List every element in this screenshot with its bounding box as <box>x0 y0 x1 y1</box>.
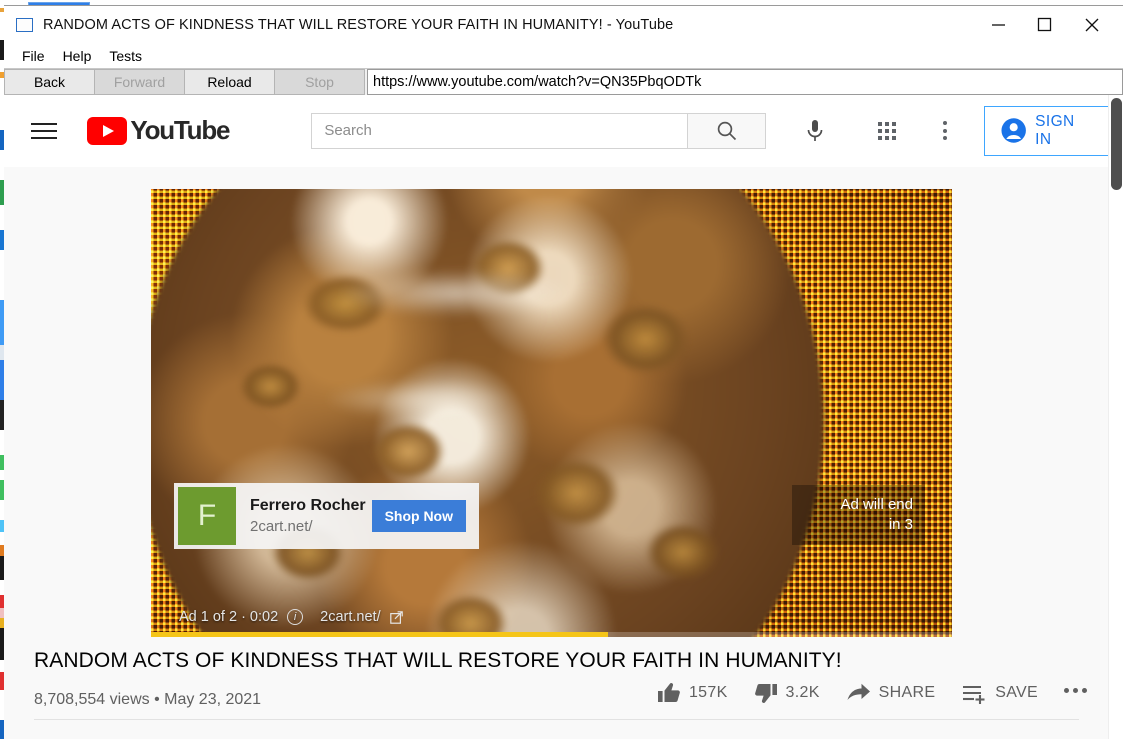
kebab-menu-icon <box>942 121 947 125</box>
ad-position-label: Ad 1 of 2 · 0:02 <box>179 609 279 625</box>
menu-item-help[interactable]: Help <box>55 46 100 66</box>
search-input[interactable] <box>311 112 689 149</box>
settings-more-button[interactable] <box>926 111 964 151</box>
video-action-row: 157K 3.2K SHARE SAVE <box>657 681 1087 705</box>
ad-countdown-overlay: Ad will end in 3 <box>792 484 925 545</box>
stop-button[interactable]: Stop <box>274 69 365 95</box>
menu-item-file[interactable]: File <box>14 46 53 66</box>
save-label: SAVE <box>995 684 1038 701</box>
window-title-bar: RANDOM ACTS OF KINDNESS THAT WILL RESTOR… <box>4 6 1123 43</box>
ad-advertiser-logo: F <box>178 487 236 545</box>
window-title: RANDOM ACTS OF KINDNESS THAT WILL RESTOR… <box>43 16 674 33</box>
youtube-apps-button[interactable] <box>868 111 906 151</box>
page-scrollbar-thumb[interactable] <box>1111 98 1122 190</box>
document-icon <box>16 17 33 32</box>
reload-button[interactable]: Reload <box>184 69 275 95</box>
ad-status-row: Ad 1 of 2 · 0:02 i 2cart.net/ <box>179 609 403 625</box>
apps-grid-icon <box>878 121 897 140</box>
like-count: 157K <box>688 684 728 701</box>
thumbs-down-icon <box>754 684 777 703</box>
menu-item-tests[interactable]: Tests <box>101 46 150 66</box>
close-button[interactable] <box>1069 6 1115 43</box>
ad-advertiser-card[interactable]: F Ferrero Rocher 2cart.net/ Shop Now <box>174 483 479 549</box>
ad-progress-fill <box>151 632 608 637</box>
sign-in-button[interactable]: SIGN IN <box>983 105 1109 156</box>
minimize-button[interactable] <box>975 6 1021 43</box>
like-button[interactable]: 157K <box>657 681 728 705</box>
microphone-icon <box>807 119 823 141</box>
ad-countdown-line-1: Ad will end <box>840 495 913 513</box>
share-arrow-icon <box>847 683 870 700</box>
ad-advertiser-url: 2cart.net/ <box>250 518 313 535</box>
share-button[interactable]: SHARE <box>846 681 936 705</box>
page-scrollbar[interactable] <box>1108 95 1123 739</box>
save-button[interactable]: SAVE <box>961 681 1038 705</box>
playlist-add-icon <box>963 685 985 704</box>
ad-shop-now-button[interactable]: Shop Now <box>371 500 466 532</box>
ad-advertiser-info: Ferrero Rocher 2cart.net/ <box>250 497 372 535</box>
video-view-count: 8,708,554 views • May 23, 2021 <box>34 691 262 708</box>
hamburger-menu-icon[interactable] <box>31 116 59 146</box>
video-title: RANDOM ACTS OF KINDNESS THAT WILL RESTOR… <box>34 649 842 672</box>
sign-in-label: SIGN IN <box>1035 112 1075 148</box>
ad-countdown-line-2: in 3 <box>888 515 913 533</box>
search-button[interactable] <box>688 112 767 149</box>
menu-bar: File Help Tests <box>4 43 1123 68</box>
back-button[interactable]: Back <box>4 69 95 95</box>
external-link-icon[interactable] <box>389 610 403 624</box>
dislike-count: 3.2K <box>785 684 820 701</box>
youtube-logo[interactable]: YouTube <box>87 115 231 146</box>
search-bar <box>311 112 767 149</box>
url-address-bar[interactable]: https://www.youtube.com/watch?v=QN35PbqO… <box>367 69 1123 95</box>
ad-visit-url-label[interactable]: 2cart.net/ <box>320 609 380 625</box>
search-icon <box>717 121 736 140</box>
thumbs-up-icon <box>657 683 680 702</box>
forward-button[interactable]: Forward <box>94 69 185 95</box>
voice-search-button[interactable] <box>796 111 834 151</box>
dislike-button[interactable]: 3.2K <box>754 681 820 705</box>
page-viewport: YouTube Search SIGN IN F Ferrero Rocher … <box>4 95 1123 739</box>
share-label: SHARE <box>878 684 936 701</box>
maximize-button[interactable] <box>1021 6 1067 43</box>
browser-window: RANDOM ACTS OF KINDNESS THAT WILL RESTOR… <box>4 5 1123 739</box>
youtube-masthead: YouTube Search SIGN IN <box>4 95 1109 167</box>
account-circle-icon <box>1001 118 1026 143</box>
ad-advertiser-name: Ferrero Rocher <box>250 497 366 514</box>
more-horizontal-icon <box>1064 687 1069 693</box>
video-player[interactable]: F Ferrero Rocher 2cart.net/ Shop Now Ad … <box>151 189 952 637</box>
navigation-toolbar: Back Forward Reload Stop https://www.you… <box>4 68 1123 95</box>
content-divider <box>34 719 1079 720</box>
ad-progress-track[interactable] <box>151 632 952 637</box>
youtube-wordmark: YouTube <box>130 115 230 145</box>
youtube-play-icon <box>87 116 128 145</box>
more-actions-button[interactable] <box>1064 687 1087 699</box>
info-circle-icon[interactable]: i <box>287 609 304 625</box>
